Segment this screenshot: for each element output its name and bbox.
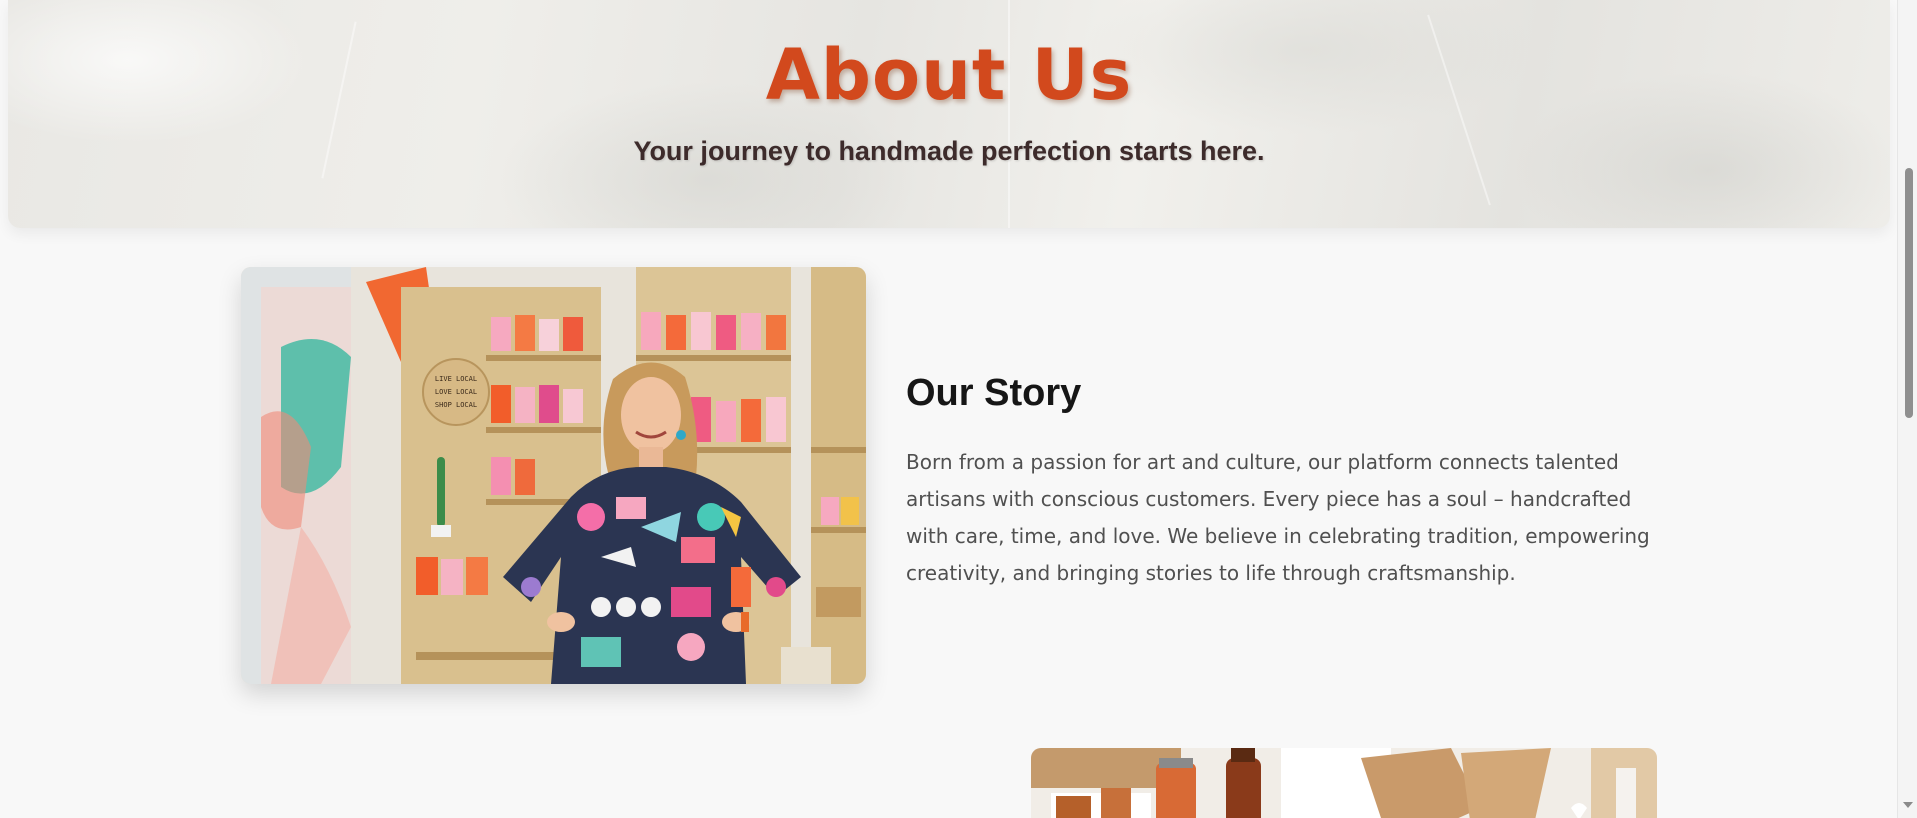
story-paragraph: Born from a passion for art and culture,… xyxy=(906,450,1650,585)
page: About Us Your journey to handmade perfec… xyxy=(0,0,1897,818)
about-hero: About Us Your journey to handmade perfec… xyxy=(8,0,1890,228)
svg-text:SHOP LOCAL: SHOP LOCAL xyxy=(435,401,477,409)
handmade-products-photo xyxy=(1031,748,1657,818)
page-title: About Us xyxy=(765,34,1133,116)
chevron-down-icon[interactable] xyxy=(1903,802,1913,808)
artisan-shop-photo: LIVE LOCAL LOVE LOCAL SHOP LOCAL xyxy=(241,267,866,684)
svg-text:LOVE LOCAL: LOVE LOCAL xyxy=(435,388,477,396)
svg-text:LIVE LOCAL: LIVE LOCAL xyxy=(435,375,477,383)
scrollbar-thumb[interactable] xyxy=(1905,168,1913,418)
page-scrollbar[interactable] xyxy=(1897,0,1917,818)
page-subtitle: Your journey to handmade perfection star… xyxy=(633,136,1265,166)
section-title: Our Story xyxy=(906,372,1082,414)
